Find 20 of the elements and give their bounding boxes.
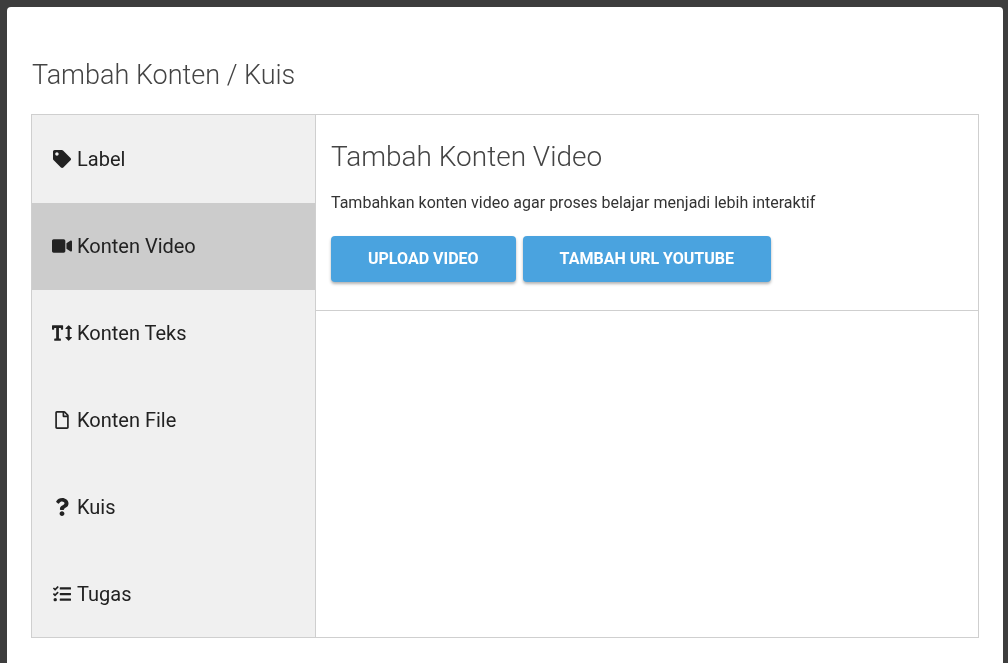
sidebar-item[interactable]: Konten Teks	[32, 289, 315, 377]
sidebar-item[interactable]: Tugas	[32, 550, 315, 637]
sidebar-label: Konten Teks	[77, 320, 187, 348]
sidebar-label: Label	[77, 146, 126, 174]
text-height-icon	[52, 324, 72, 343]
tag-icon	[52, 150, 72, 169]
sidebar-label: Konten File	[77, 406, 177, 434]
sidebar-item[interactable]: Konten File	[32, 376, 315, 464]
file-icon	[52, 410, 72, 429]
sidebar-label: Konten Video	[77, 233, 196, 261]
sidebar-label: Tugas	[77, 580, 132, 608]
panel-description: Tambahkan konten video agar proses belajar menjadi lebih interaktif	[331, 192, 817, 214]
sidebar-item[interactable]: Konten Video	[32, 202, 315, 290]
sidebar-item[interactable]: Label	[32, 116, 315, 203]
dialog-title: Tambah Konten / Kuis	[32, 63, 296, 87]
list-bars-icon	[52, 584, 72, 603]
panel-title: Tambah Konten Video	[331, 141, 604, 173]
sidebar-label: Kuis	[77, 493, 116, 521]
sidebar-item[interactable]: Kuis	[32, 463, 315, 551]
video-camera-icon	[52, 237, 72, 256]
